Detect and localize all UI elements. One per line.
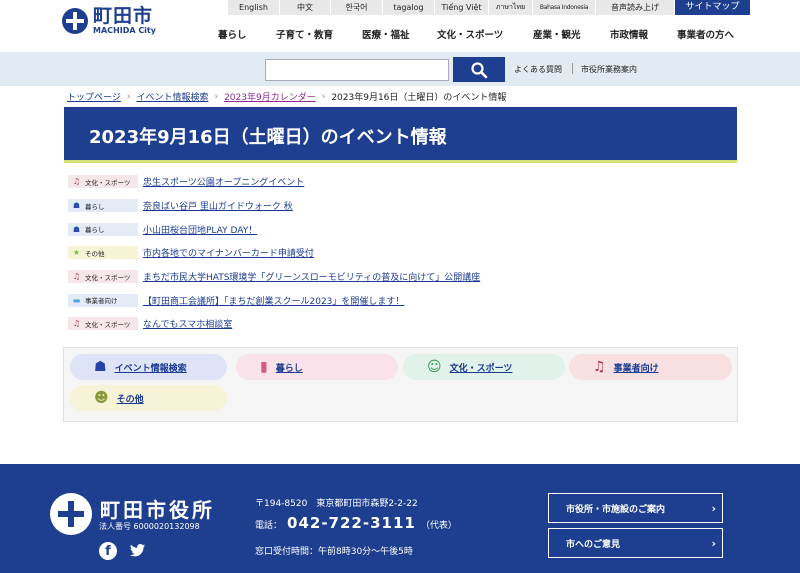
footer-hours: 窓口受付時間：午前8時30分～午後5時 xyxy=(255,547,413,557)
twitter-icon[interactable] xyxy=(130,544,145,560)
category-badge: ♫ 文化・スポーツ xyxy=(68,270,138,284)
footer-city-name: 町田市役所 xyxy=(100,498,215,522)
music-note-icon: ♫ xyxy=(593,359,606,375)
nav-industry[interactable]: 産業・観光 xyxy=(533,27,581,41)
nav-municipal[interactable]: 市政情報 xyxy=(610,27,648,41)
lang-indonesian[interactable]: Bahasa Indonesia xyxy=(533,0,596,15)
page-title-box: 2023年9月16日（土曜日）のイベント情報 xyxy=(64,107,737,163)
lang-korean[interactable]: 한국어 xyxy=(331,0,383,15)
event-link[interactable]: 市内各地でのマイナンバーカード申請受付 xyxy=(143,246,314,259)
house-icon: ☗ xyxy=(72,201,81,211)
main-nav: 暮らし 子育て・教育 医療・福祉 文化・スポーツ 産業・観光 市政情報 事業者の… xyxy=(0,27,800,41)
facebook-icon[interactable]: f xyxy=(99,542,117,560)
event-link[interactable]: 奈良ばい谷戸 里山ガイドウォーク 秋 xyxy=(143,199,293,212)
category-event-search-button[interactable]: ☗ イベント情報検索 xyxy=(70,354,227,380)
site-footer: 町田市役所 法人番号 6000020132098 f 〒194-8520 東京都… xyxy=(0,464,800,573)
event-link[interactable]: なんでもスマホ相談室 xyxy=(143,317,232,330)
category-culture-sports-button[interactable]: ☺ 文化・スポーツ xyxy=(403,354,565,380)
language-bar: English 中文 한국어 tagalog Tiếng Việt ภาษาไท… xyxy=(228,0,675,15)
chevron-right-icon: › xyxy=(321,91,326,102)
lang-english[interactable]: English xyxy=(228,0,280,15)
baby-bottle-icon: ▮ xyxy=(260,359,268,375)
divider xyxy=(572,63,573,74)
footer-address: 〒194-8520 東京都町田市森野2-2-22 xyxy=(255,499,418,509)
music-note-icon: ♫ xyxy=(72,319,81,329)
breadcrumb-calendar[interactable]: 2023年9月カレンダー xyxy=(224,90,316,103)
chevron-right-icon: › xyxy=(711,536,716,550)
house-icon: ☗ xyxy=(72,224,81,234)
lang-chinese[interactable]: 中文 xyxy=(280,0,331,15)
lang-tagalog[interactable]: tagalog xyxy=(383,0,435,15)
list-item: ☗ 暮らし 小山田桜台団地PLAY DAY！ xyxy=(68,217,738,241)
sitemap-link[interactable]: サイトマップ xyxy=(675,0,750,15)
corporate-number: 法人番号 6000020132098 xyxy=(99,522,200,531)
speech-reader-link[interactable]: 音声読み上げ xyxy=(596,0,675,15)
event-link[interactable]: まちだ市民大学HATS環境学「グリーンスローモビリティの普及に向けて」公開講座 xyxy=(143,270,480,283)
category-badge: ▬ 事業者向け xyxy=(68,293,138,307)
event-link[interactable]: 小山田桜台団地PLAY DAY！ xyxy=(143,223,257,236)
chevron-right-icon: › xyxy=(214,91,219,102)
house-icon: ☗ xyxy=(94,359,107,375)
footer-phone: 電話： 042-722-3111 （代表） xyxy=(255,514,457,532)
search-icon xyxy=(471,61,488,78)
breadcrumb-home[interactable]: トップページ xyxy=(67,90,121,103)
category-badge: ♫ 文化・スポーツ xyxy=(68,175,138,189)
category-business-button[interactable]: ♫ 事業者向け xyxy=(569,354,732,380)
site-header: 町田市 MACHIDA City English 中文 한국어 tagalog … xyxy=(0,0,800,50)
category-badge: ☗ 暮らし xyxy=(68,222,138,236)
nav-childcare[interactable]: 子育て・教育 xyxy=(276,27,333,41)
phone-number: 042-722-3111 xyxy=(287,514,416,532)
faq-link[interactable]: よくある質問 xyxy=(514,64,562,75)
nav-business[interactable]: 事業者の方へ xyxy=(677,27,734,41)
page-title: 2023年9月16日（土曜日）のイベント情報 xyxy=(89,127,447,148)
chevron-right-icon: › xyxy=(711,501,716,515)
list-item: ♫ 文化・スポーツ まちだ市民大学HATS環境学「グリーンスローモビリティの普及に… xyxy=(68,265,738,289)
logo-name: 町田市 xyxy=(93,5,154,27)
breadcrumb: トップページ › イベント情報検索 › 2023年9月カレンダー › 2023年… xyxy=(67,90,507,104)
event-link[interactable]: 忠生スポーツ公園オープニングイベント xyxy=(143,175,304,188)
list-item: ▬ 事業者向け 【町田商工会議所】「まちだ創業スクール2023」を開催します！ xyxy=(68,288,738,312)
category-badge: ★ その他 xyxy=(68,246,138,260)
category-life-button[interactable]: ▮ 暮らし xyxy=(236,354,398,380)
category-other-button[interactable]: ☻ その他 xyxy=(70,385,227,411)
nav-culture[interactable]: 文化・スポーツ xyxy=(437,27,503,41)
star-icon: ★ xyxy=(72,248,81,258)
category-badge: ☗ 暮らし xyxy=(68,199,138,213)
lang-thai[interactable]: ภาษาไทย xyxy=(489,0,533,15)
search-band: よくある質問 市役所業務案内 xyxy=(0,52,800,86)
facility-guide-button[interactable]: 市役所・市施設のご案内 › xyxy=(548,493,723,523)
feedback-button[interactable]: 市へのご意見 › xyxy=(548,528,723,558)
list-item: ☗ 暮らし 奈良ばい谷戸 里山ガイドウォーク 秋 xyxy=(68,194,738,218)
office-guide-link[interactable]: 市役所業務案内 xyxy=(581,64,637,75)
person-icon: ☺ xyxy=(427,359,442,375)
nav-life[interactable]: 暮らし xyxy=(218,27,247,41)
nav-medical[interactable]: 医療・福祉 xyxy=(362,27,410,41)
briefcase-icon: ▬ xyxy=(72,295,81,305)
category-badge: ♫ 文化・スポーツ xyxy=(68,317,138,331)
breadcrumb-event-search[interactable]: イベント情報検索 xyxy=(136,90,208,103)
list-item: ♫ 文化・スポーツ なんでもスマホ相談室 xyxy=(68,312,738,336)
music-note-icon: ♫ xyxy=(72,272,81,282)
event-list: ♫ 文化・スポーツ 忠生スポーツ公園オープニングイベント ☗ 暮らし 奈良ばい谷戸 … xyxy=(68,170,738,336)
list-item: ♫ 文化・スポーツ 忠生スポーツ公園オープニングイベント xyxy=(68,170,738,194)
category-panel: ☗ イベント情報検索 ▮ 暮らし ☺ 文化・スポーツ ♫ 事業者向け ☻ その他 xyxy=(63,347,738,422)
search-input[interactable] xyxy=(265,59,449,81)
lang-vietnamese[interactable]: Tiếng Việt xyxy=(435,0,489,15)
event-link[interactable]: 【町田商工会議所】「まちだ創業スクール2023」を開催します！ xyxy=(143,294,404,307)
list-item: ★ その他 市内各地でのマイナンバーカード申請受付 xyxy=(68,241,738,265)
chevron-right-icon: › xyxy=(126,91,131,102)
city-emblem-icon xyxy=(50,493,92,535)
people-icon: ☻ xyxy=(94,390,109,406)
breadcrumb-current: 2023年9月16日（土曜日）のイベント情報 xyxy=(331,93,507,103)
search-button[interactable] xyxy=(453,57,505,82)
music-note-icon: ♫ xyxy=(72,177,81,187)
